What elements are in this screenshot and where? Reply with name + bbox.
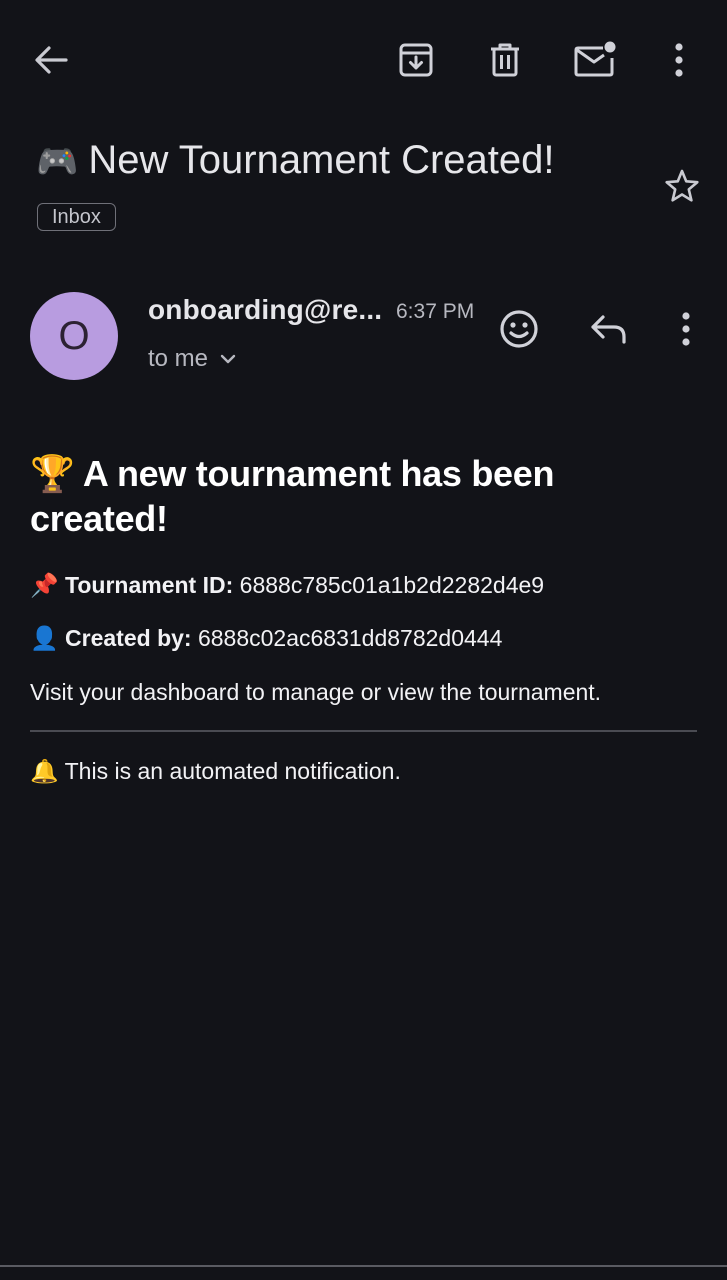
- mark-unread-icon: [574, 41, 616, 77]
- arrow-left-icon: [35, 46, 68, 74]
- recipient-text: to me: [148, 345, 209, 372]
- archive-icon: [399, 43, 433, 77]
- recipient-details[interactable]: to me: [148, 344, 236, 374]
- trophy-emoji: 🏆: [30, 454, 75, 495]
- message-time: 6:37 PM: [396, 300, 475, 323]
- subject-text: New Tournament Created!: [88, 138, 555, 182]
- more-vert-icon: [675, 43, 683, 77]
- tournament-id-line: 📌 Tournament ID: 6888c785c01a1b2d2282d4e…: [30, 570, 544, 601]
- tournament-id-value: 6888c785c01a1b2d2282d4e9: [239, 572, 545, 598]
- back-button[interactable]: [26, 38, 76, 82]
- trash-icon: [491, 43, 519, 77]
- mark-unread-button[interactable]: [568, 36, 622, 82]
- heading-text: A new tournament has been created!: [30, 453, 555, 539]
- person-emoji: 👤: [30, 626, 59, 652]
- avatar[interactable]: O: [30, 292, 118, 380]
- more-options-button[interactable]: [660, 38, 698, 82]
- archive-button[interactable]: [392, 38, 440, 82]
- game-controller-emoji: 🎮: [36, 142, 79, 182]
- created-by-value: 6888c02ac6831dd8782d0444: [197, 625, 503, 651]
- divider: [30, 730, 697, 732]
- add-reaction-icon: [500, 310, 538, 348]
- body-heading: 🏆 A new tournament has been created!: [30, 452, 700, 541]
- star-button[interactable]: [660, 164, 704, 208]
- pushpin-emoji: 📌: [30, 573, 59, 599]
- automated-note-text: This is an automated notification.: [64, 758, 401, 784]
- email-subject: 🎮 New Tournament Created!: [36, 136, 636, 186]
- message-body: 🏆 A new tournament has been created! 📌 T…: [30, 452, 700, 785]
- reply-icon: [591, 315, 626, 344]
- inbox-label-chip[interactable]: Inbox: [37, 203, 116, 231]
- sender-name[interactable]: onboarding@re...: [148, 292, 382, 328]
- more-vert-icon: [682, 312, 690, 346]
- chevron-down-icon: [220, 354, 236, 364]
- bell-emoji: 🔔: [30, 759, 59, 785]
- reply-button[interactable]: [585, 306, 633, 352]
- star-outline-icon: [665, 169, 699, 202]
- visit-dashboard-text: Visit your dashboard to manage or view t…: [30, 679, 602, 705]
- tournament-id-label: Tournament ID:: [65, 572, 234, 598]
- add-reaction-button[interactable]: [496, 306, 542, 352]
- message-more-options-button[interactable]: [670, 306, 702, 352]
- created-by-line: 👤 Created by: 6888c02ac6831dd8782d0444: [30, 623, 502, 654]
- delete-button[interactable]: [481, 38, 529, 82]
- bottom-divider: [0, 1265, 727, 1267]
- created-by-label: Created by:: [65, 625, 192, 651]
- automated-note: 🔔 This is an automated notification.: [30, 756, 401, 787]
- avatar-letter: O: [58, 314, 90, 358]
